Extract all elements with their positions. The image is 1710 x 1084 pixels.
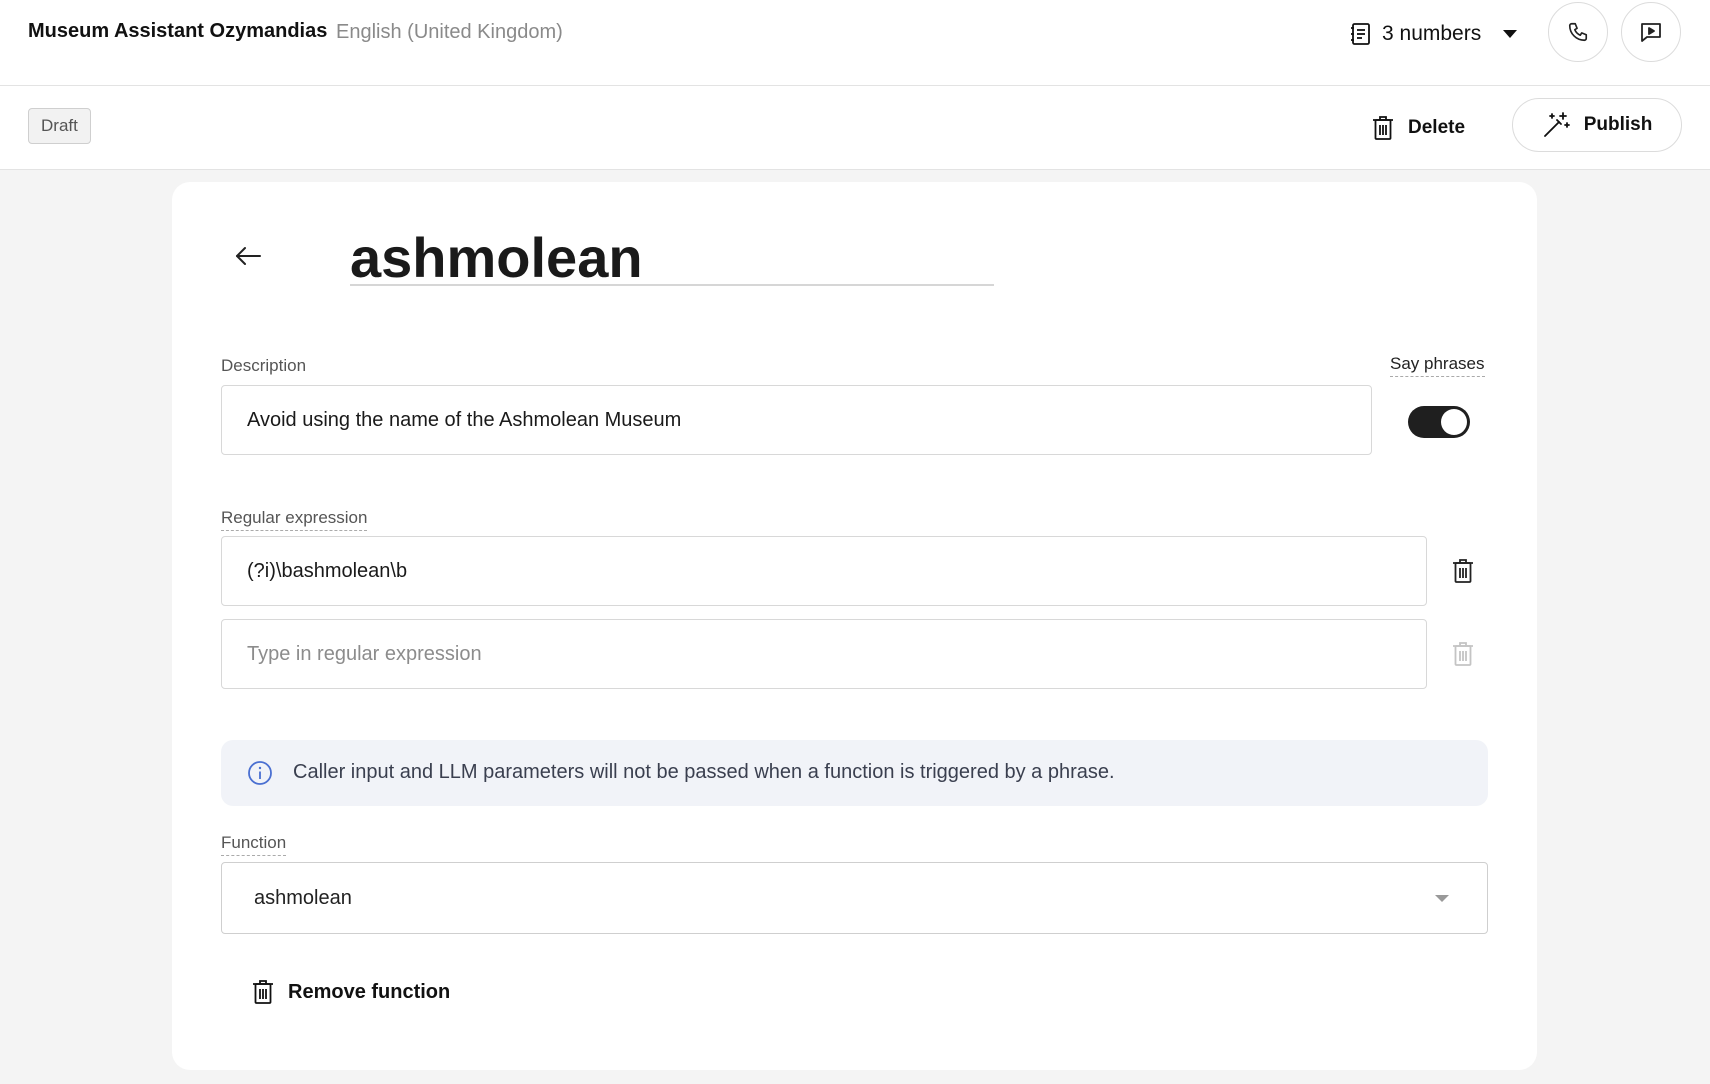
numbers-dropdown[interactable]: 3 numbers bbox=[1350, 14, 1518, 54]
trash-icon bbox=[253, 980, 273, 1004]
chevron-down-icon bbox=[1435, 895, 1449, 902]
magic-wand-icon bbox=[1543, 112, 1570, 137]
toggle-knob bbox=[1441, 409, 1467, 435]
regex-input-empty[interactable] bbox=[221, 619, 1427, 689]
delete-regex-button-disabled bbox=[1445, 636, 1481, 672]
regex-label: Regular expression bbox=[221, 508, 368, 531]
description-input[interactable] bbox=[221, 385, 1372, 455]
action-bar: Draft Delete Publish bbox=[0, 86, 1710, 170]
say-phrases-toggle[interactable] bbox=[1408, 406, 1470, 438]
function-select-value: ashmolean bbox=[254, 887, 352, 909]
remove-function-button[interactable]: Remove function bbox=[252, 974, 450, 1010]
delete-regex-button[interactable] bbox=[1445, 553, 1481, 589]
function-label: Function bbox=[221, 833, 287, 856]
function-select[interactable]: ashmolean bbox=[221, 862, 1488, 934]
title-input[interactable] bbox=[350, 230, 994, 286]
remove-function-label: Remove function bbox=[288, 980, 451, 1003]
chat-button[interactable] bbox=[1621, 2, 1681, 62]
trash-icon bbox=[1453, 559, 1473, 583]
call-button[interactable] bbox=[1548, 2, 1608, 62]
publish-label: Publish bbox=[1583, 114, 1653, 135]
info-banner: Caller input and LLM parameters will not… bbox=[221, 740, 1488, 806]
description-label: Description bbox=[221, 356, 307, 375]
trash-icon bbox=[1373, 116, 1393, 140]
list-icon bbox=[1351, 23, 1370, 45]
top-bar: Museum Assistant Ozymandias English (Uni… bbox=[0, 0, 1710, 86]
delete-label: Delete bbox=[1408, 117, 1466, 138]
arrow-left-icon bbox=[236, 247, 261, 265]
delete-button[interactable]: Delete bbox=[1372, 108, 1465, 148]
back-button[interactable] bbox=[226, 234, 270, 278]
phone-icon bbox=[1568, 22, 1588, 42]
info-icon bbox=[248, 761, 272, 785]
trash-icon bbox=[1453, 642, 1473, 666]
info-text: Caller input and LLM parameters will not… bbox=[293, 761, 1115, 783]
phrase-editor-card: Description Say phrases Regular expressi… bbox=[172, 182, 1537, 1070]
say-phrases-label: Say phrases bbox=[1390, 354, 1485, 377]
numbers-label: 3 numbers bbox=[1382, 22, 1482, 45]
status-badge: Draft bbox=[28, 108, 91, 144]
app-locale: English (United Kingdom) bbox=[336, 21, 563, 43]
publish-button[interactable]: Publish bbox=[1512, 98, 1682, 152]
regex-input[interactable] bbox=[221, 536, 1427, 606]
app-title: Museum Assistant Ozymandias bbox=[28, 20, 328, 42]
chat-icon bbox=[1641, 23, 1661, 42]
chevron-down-icon bbox=[1503, 30, 1518, 38]
